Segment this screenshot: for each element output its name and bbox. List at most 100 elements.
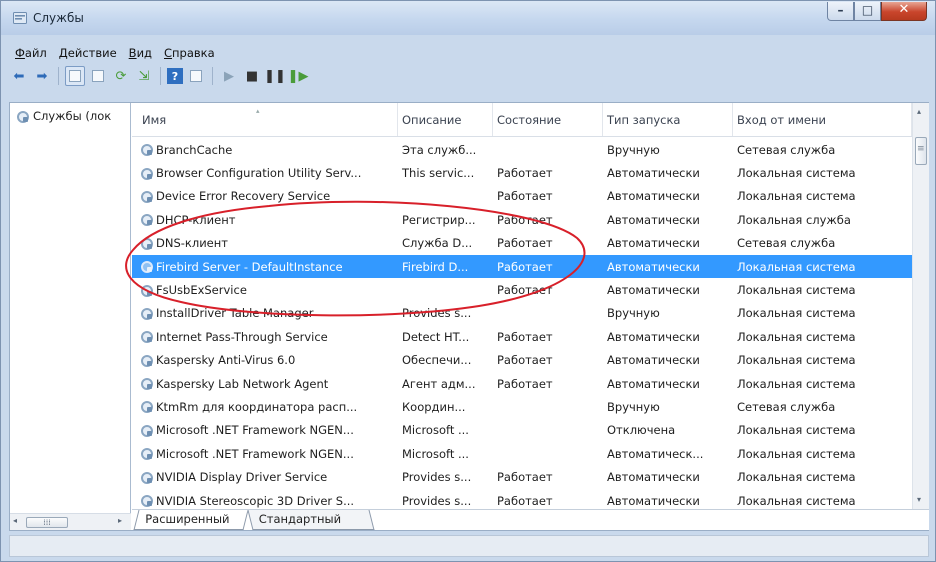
stop-icon[interactable]: ■ — [242, 66, 262, 86]
cell-name: DNS-клиент — [132, 236, 398, 250]
cell-text: Локальная система — [737, 446, 856, 461]
cell-startup: Вручную — [603, 143, 733, 157]
maximize-icon: □ — [861, 3, 874, 17]
service-gear-icon — [140, 260, 153, 274]
list-vertical-scrollbar[interactable]: ▴ ▾ — [912, 103, 929, 509]
restart-icon[interactable]: ❚▶ — [288, 66, 309, 86]
table-row[interactable]: Device Error Recovery Service Работает Авт… — [132, 185, 912, 208]
service-gear-icon — [140, 213, 153, 227]
cell-logon: Локальная служба — [733, 213, 912, 227]
cell-startup: Автоматически — [603, 283, 733, 297]
cell-name: Device Error Recovery Service — [132, 189, 398, 203]
menu-item[interactable]: Вид — [123, 46, 158, 62]
tree-item-label: Службы (лок — [33, 109, 112, 123]
cell-status: Работает — [493, 353, 603, 367]
cell-description: Координ... — [398, 400, 493, 414]
cell-description: Detect HT... — [398, 330, 493, 344]
show-hide-tree-icon[interactable] — [65, 66, 85, 86]
column-header-cell[interactable]: Описание — [398, 103, 493, 136]
table-row[interactable]: Kaspersky Anti-Virus 6.0 Обеспечи... Работ… — [132, 349, 912, 372]
cell-text: Сетевая служба — [737, 399, 836, 414]
table-row[interactable]: Microsoft .NET Framework NGEN... Microsof… — [132, 419, 912, 442]
tree-horizontal-scrollbar[interactable]: ◂ ⁞⁞⁞ ▸ — [10, 513, 131, 530]
menu-accelerator: Ф — [15, 46, 25, 60]
maximize-button[interactable]: □ — [854, 2, 881, 21]
cell-logon: Локальная система — [733, 423, 912, 437]
minimize-icon: – — [837, 3, 844, 17]
scroll-right-icon[interactable]: ▸ — [118, 516, 122, 525]
cell-status: Работает — [493, 470, 603, 484]
cell-logon: Локальная система — [733, 353, 912, 367]
cell-name: NVIDIA Stereoscopic 3D Driver S... — [132, 494, 398, 508]
scroll-left-icon[interactable]: ◂ — [13, 516, 17, 525]
cell-startup: Автоматически — [603, 494, 733, 508]
cell-description: Provides s... — [398, 306, 493, 320]
cell-text: Вручную — [607, 306, 660, 321]
scroll-down-icon[interactable]: ▾ — [917, 495, 921, 504]
column-header-cell[interactable]: Вход от имени — [733, 103, 912, 136]
table-row[interactable]: NVIDIA Display Driver Service Provides s.… — [132, 465, 912, 488]
column-header-cell[interactable]: Состояние — [493, 103, 603, 136]
cell-text: Локальная система — [737, 283, 856, 298]
column-header-cell[interactable]: Тип запуска — [603, 103, 733, 136]
cell-description: This servic... — [398, 166, 493, 180]
table-row-selected[interactable]: Firebird Server - DefaultInstance Firebir… — [132, 254, 912, 279]
menu-item[interactable]: Файл — [9, 46, 53, 62]
table-row[interactable]: Kaspersky Lab Network Agent Агент адм... Р… — [132, 372, 912, 395]
table-row[interactable]: KtmRm для координатора расп... Координ...… — [132, 395, 912, 418]
cell-text: Автоматически — [607, 189, 700, 204]
cell-text: Работает — [497, 353, 553, 368]
back-arrow-icon[interactable]: ⬅ — [9, 66, 29, 86]
cell-text: Автоматически — [607, 283, 700, 298]
minimize-button[interactable]: – — [827, 2, 854, 21]
column-header-cell[interactable]: Имя ▴ — [132, 103, 398, 136]
cell-logon: Локальная система — [733, 260, 912, 274]
menu-item[interactable]: Действие — [53, 46, 123, 62]
table-row[interactable]: DNS-клиент Служба D... Работает Автоматичес… — [132, 232, 912, 255]
start-icon[interactable]: ▶ — [219, 66, 239, 86]
cell-description: Регистрир... — [398, 213, 493, 227]
service-gear-icon — [140, 494, 153, 508]
cell-name: FsUsbExService — [132, 283, 398, 297]
tab-extended[interactable]: Расширенный — [133, 510, 249, 530]
tree-item-services-local[interactable]: Службы (лок — [16, 109, 128, 123]
forward-arrow-icon[interactable]: ➡ — [32, 66, 52, 86]
cell-startup: Автоматически — [603, 166, 733, 180]
menu-item[interactable]: Справка — [158, 46, 221, 62]
tab-standard[interactable]: Стандартный — [247, 510, 375, 530]
cell-text: Kaspersky Anti-Virus 6.0 — [156, 353, 296, 368]
cell-text: Автоматическ... — [607, 446, 704, 461]
cell-text: Kaspersky Lab Network Agent — [156, 376, 329, 391]
scroll-up-icon[interactable]: ▴ — [917, 107, 921, 116]
column-header-label: Описание — [402, 112, 462, 127]
table-row[interactable]: Internet Pass-Through Service Detect HT..… — [132, 325, 912, 348]
scroll-thumb[interactable] — [915, 137, 927, 165]
table-row[interactable]: BranchCache Эта служб... Вручную Сетевая сл… — [132, 138, 912, 161]
properties-view-icon[interactable] — [88, 66, 108, 86]
pause-icon[interactable]: ❚❚ — [264, 66, 286, 86]
help-icon[interactable]: ? — [167, 68, 183, 84]
table-row[interactable]: DHCP-клиент Регистрир... Работает Автоматич… — [132, 208, 912, 231]
service-gear-icon — [16, 110, 29, 123]
cell-status: Работает — [493, 330, 603, 344]
table-row[interactable]: InstallDriver Table Manager Provides s...… — [132, 302, 912, 325]
refresh-icon[interactable]: ⟳ — [111, 66, 131, 86]
export-list-icon[interactable]: ⇲ — [134, 66, 154, 86]
cell-text: Локальная система — [737, 470, 856, 485]
table-row[interactable]: Microsoft .NET Framework NGEN... Microsof… — [132, 442, 912, 465]
menu-accelerator: Д — [58, 46, 68, 60]
cell-text: Регистрир... — [402, 212, 476, 227]
cell-text: Автоматически — [607, 259, 700, 274]
toolbar: ⬅ ➡ ⟳ ⇲ ? ▶ ■ ❚❚ ❚▶ — [9, 63, 308, 89]
table-row[interactable]: FsUsbExService Работает Автоматически Локал… — [132, 278, 912, 301]
cell-logon: Сетевая служба — [733, 400, 912, 414]
properties-icon[interactable] — [186, 66, 206, 86]
close-button[interactable]: ✕ — [881, 2, 927, 21]
view-tabs: Расширенный Стандартный — [132, 509, 929, 530]
scroll-thumb[interactable]: ⁞⁞⁞ — [26, 517, 68, 528]
table-row[interactable]: NVIDIA Stereoscopic 3D Driver S... Provid… — [132, 489, 912, 509]
cell-name: InstallDriver Table Manager — [132, 306, 398, 320]
table-row[interactable]: Browser Configuration Utility Serv... Thi… — [132, 161, 912, 184]
cell-text: NVIDIA Stereoscopic 3D Driver S... — [156, 493, 355, 508]
title-bar[interactable]: Службы – □ ✕ — [1, 1, 935, 35]
